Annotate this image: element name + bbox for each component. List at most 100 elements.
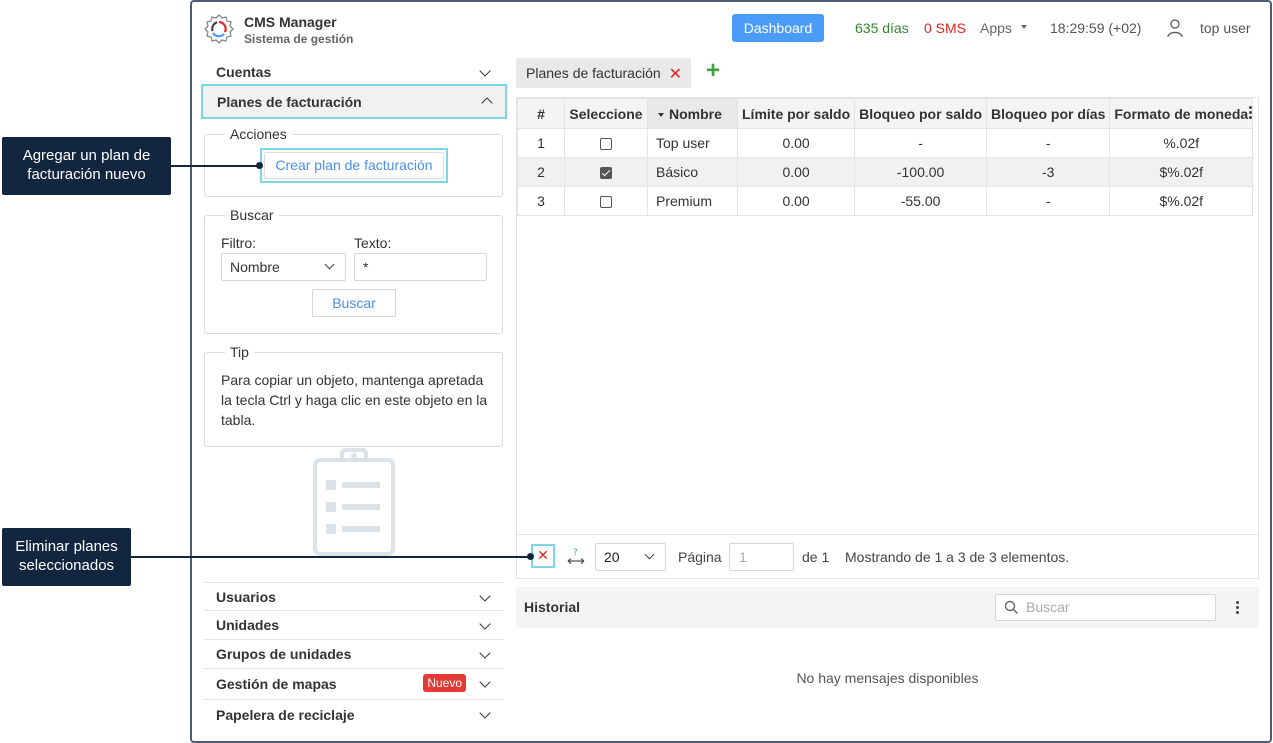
- sidebar-item-label: Unidades: [216, 617, 280, 633]
- clipboard-icon: [313, 448, 395, 556]
- page-total: de 1: [802, 549, 830, 565]
- sort-desc-icon: [658, 112, 664, 117]
- tab-planes[interactable]: Planes de facturación ✕: [516, 58, 691, 88]
- sidebar-item-unidades[interactable]: Unidades: [204, 611, 503, 640]
- sidebar-item-papelera[interactable]: Papelera de reciclaje: [204, 700, 503, 729]
- chevron-down-icon: [479, 618, 491, 630]
- column-header-limite[interactable]: Límite por saldo: [736, 98, 856, 129]
- cell-nombre: Básico: [647, 157, 738, 187]
- tab-label: Planes de facturación: [526, 65, 661, 81]
- column-header-bloqueo-dias[interactable]: Bloqueo por días: [986, 98, 1111, 129]
- sidebar-item-label: Gestión de mapas: [216, 676, 337, 692]
- tip-legend: Tip: [225, 344, 254, 360]
- sidebar-item-label: Grupos de unidades: [216, 646, 352, 662]
- filter-label: Filtro:: [221, 235, 256, 251]
- sidebar-item-cuentas[interactable]: Cuentas: [204, 58, 503, 87]
- no-messages-text: No hay mensajes disponibles: [796, 670, 979, 686]
- sidebar-item-label: Usuarios: [216, 588, 276, 605]
- search-text-input[interactable]: *: [354, 253, 487, 281]
- clock: 18:29:59 (+02): [1050, 20, 1142, 36]
- callout-create-line: [171, 165, 260, 167]
- delete-selected-button[interactable]: ✕: [531, 544, 555, 568]
- cell-num: 3: [517, 186, 565, 216]
- callout-delete-line: [131, 556, 530, 558]
- cell-bloqueo-dias: -: [986, 128, 1111, 158]
- historial-menu-icon[interactable]: [1235, 601, 1239, 614]
- user-name[interactable]: top user: [1200, 20, 1251, 36]
- table-row[interactable]: 2 Básico 0.00 -100.00 -3 $%.02f: [517, 157, 1254, 187]
- table-row[interactable]: 1 Top user 0.00 - - %.02f: [517, 128, 1254, 158]
- days-remaining: 635 días: [855, 20, 909, 36]
- dashboard-button[interactable]: Dashboard: [732, 14, 824, 42]
- text-label: Texto:: [354, 235, 392, 251]
- historial-title: Historial: [524, 599, 581, 615]
- column-header-num[interactable]: #: [517, 98, 565, 129]
- chevron-down-icon: [644, 549, 655, 560]
- close-tab-icon[interactable]: ✕: [669, 64, 682, 84]
- filter-select[interactable]: Nombre: [221, 253, 346, 281]
- sidebar-item-label: Papelera de reciclaje: [216, 706, 355, 723]
- svg-text:?: ?: [573, 548, 578, 558]
- sidebar-item-label: Planes de facturación: [217, 93, 362, 110]
- column-header-bloqueo-saldo[interactable]: Bloqueo por saldo: [854, 98, 988, 129]
- cell-nombre: Top user: [647, 128, 738, 158]
- column-header-nombre[interactable]: Nombre: [647, 98, 738, 129]
- cell-bloqueo-dias: -: [986, 186, 1111, 216]
- chevron-down-icon: [479, 65, 491, 77]
- showing-info: Mostrando de 1 a 3 de 3 elementos.: [845, 549, 1070, 565]
- sidebar-item-label: Cuentas: [216, 64, 272, 80]
- add-tab-icon[interactable]: +: [706, 59, 720, 83]
- cell-select: [564, 157, 648, 187]
- chevron-up-icon: [481, 97, 493, 109]
- apps-caret-icon[interactable]: [1021, 25, 1027, 29]
- user-icon[interactable]: [1166, 18, 1184, 38]
- cell-bloqueo-saldo: -100.00: [854, 157, 988, 187]
- row-checkbox[interactable]: [600, 138, 612, 151]
- column-header-formato[interactable]: Formato de moneda: [1109, 98, 1254, 129]
- chevron-down-icon: [479, 707, 491, 719]
- search-button[interactable]: Buscar: [312, 289, 396, 317]
- cell-num: 1: [517, 128, 565, 158]
- cell-formato: %.02f: [1109, 128, 1254, 158]
- table-row[interactable]: 3 Premium 0.00 -55.00 - $%.02f: [517, 186, 1254, 216]
- cell-select: [564, 186, 648, 216]
- column-header-select[interactable]: Seleccione: [564, 98, 648, 129]
- chevron-down-icon: [324, 259, 335, 270]
- app-subtitle: Sistema de gestión: [244, 32, 354, 46]
- cell-num: 2: [517, 157, 565, 187]
- cell-bloqueo-saldo: -55.00: [854, 186, 988, 216]
- tip-text: Para copiar un objeto, mantenga apretada…: [221, 372, 488, 428]
- acciones-legend: Acciones: [225, 126, 292, 142]
- app-title: CMS Manager: [244, 14, 337, 30]
- cell-nombre: Premium: [647, 186, 738, 216]
- fit-columns-icon[interactable]: ?: [567, 547, 585, 565]
- apps-menu[interactable]: Apps: [980, 20, 1012, 36]
- cell-limite: 0.00: [736, 128, 856, 158]
- sidebar-item-planes[interactable]: Planes de facturación: [201, 84, 507, 119]
- chevron-down-icon: [479, 647, 491, 659]
- buscar-legend: Buscar: [225, 207, 279, 223]
- cell-formato: $%.02f: [1109, 186, 1254, 216]
- cell-limite: 0.00: [736, 157, 856, 187]
- page-label: Página: [678, 549, 722, 565]
- sms-count: 0 SMS: [924, 20, 967, 36]
- historial-search-input[interactable]: Buscar: [995, 594, 1216, 621]
- cell-bloqueo-dias: -3: [986, 157, 1111, 187]
- sidebar-item-mapas[interactable]: Gestión de mapas Nuevo: [204, 669, 503, 700]
- row-checkbox-checked[interactable]: [600, 167, 612, 180]
- plans-grid: # Seleccione Nombre Límite por saldo Blo…: [517, 98, 1254, 216]
- callout-delete-dot: [527, 553, 534, 560]
- column-header-label: Nombre: [669, 105, 722, 122]
- cell-select: [564, 128, 648, 158]
- create-plan-label: Crear plan de facturación: [264, 152, 444, 179]
- per-page-select[interactable]: 20: [595, 543, 666, 571]
- create-plan-button[interactable]: Crear plan de facturación: [260, 148, 448, 183]
- cell-formato: $%.02f: [1109, 157, 1254, 187]
- sidebar-item-usuarios[interactable]: Usuarios: [204, 582, 503, 611]
- sidebar-item-grupos[interactable]: Grupos de unidades: [204, 640, 503, 669]
- table-menu-icon[interactable]: [1248, 106, 1252, 119]
- callout-delete: Eliminar planes seleccionados: [2, 528, 131, 586]
- row-checkbox[interactable]: [600, 196, 612, 209]
- cell-bloqueo-saldo: -: [854, 128, 988, 158]
- page-input[interactable]: 1: [729, 543, 794, 571]
